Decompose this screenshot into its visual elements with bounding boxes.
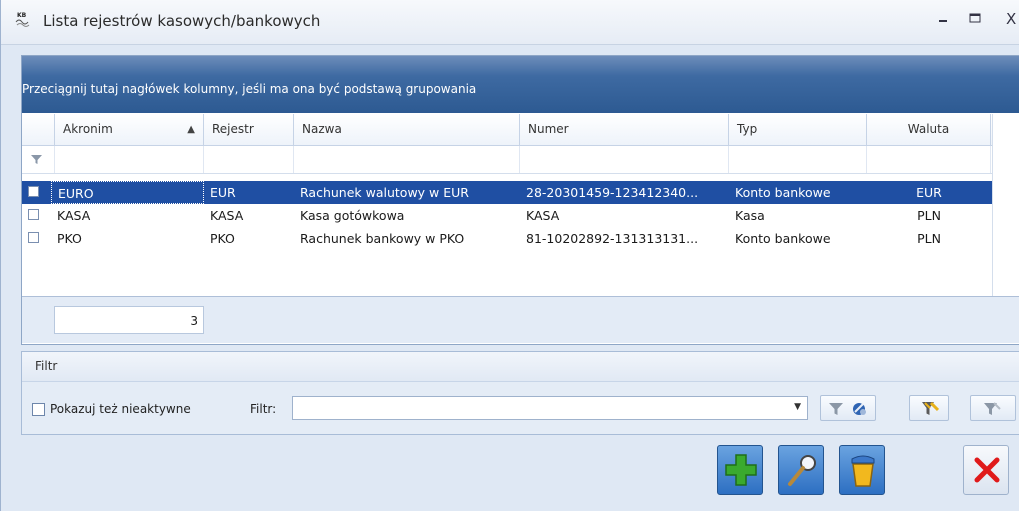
column-label-rejestr: Rejestr — [212, 122, 254, 136]
close-icon — [974, 457, 1000, 483]
table-row[interactable]: PKO PKO Rachunek bankowy w PKO 81-102028… — [22, 227, 993, 250]
funnel-icon — [829, 403, 843, 415]
cell-nazwa: Rachunek walutowy w EUR — [300, 185, 469, 200]
kb-register-icon: KB — [15, 12, 30, 27]
cell-rejestr: EUR — [210, 185, 236, 200]
column-label-typ: Typ — [737, 122, 758, 136]
table-row[interactable]: EURO EUR Rachunek walutowy w EUR 28-2030… — [22, 181, 993, 204]
cell-typ: Konto bankowe — [735, 185, 831, 200]
column-label-nazwa: Nazwa — [302, 122, 342, 136]
cell-numer: 81-10202892-131313131... — [526, 231, 699, 246]
apply-filter-button[interactable] — [820, 395, 876, 421]
cell-nazwa: Rachunek bankowy w PKO — [300, 231, 465, 246]
show-inactive-checkbox-box[interactable] — [32, 403, 45, 416]
maximize-button[interactable] — [969, 12, 981, 28]
filter-cell-waluta[interactable] — [867, 146, 991, 173]
group-by-panel[interactable]: Przeciągnij tutaj nagłówek kolumny, jeśl… — [22, 56, 1019, 113]
filter-wizard-icon — [853, 403, 866, 415]
window-title: Lista rejestrów kasowych/bankowych — [43, 12, 321, 30]
filter-cell-nazwa[interactable] — [294, 146, 520, 173]
group-by-hint: Przeciągnij tutaj nagłówek kolumny, jeśl… — [22, 82, 477, 96]
filter-clear-icon — [984, 402, 1001, 415]
chevron-down-icon[interactable]: ▼ — [794, 402, 801, 412]
row-checkbox[interactable] — [28, 232, 39, 243]
register-grid: Przeciągnij tutaj nagłówek kolumny, jeśl… — [21, 55, 1019, 345]
delete-icon — [851, 455, 875, 487]
column-header-waluta[interactable]: Waluta — [867, 114, 991, 145]
register-list-window: KB Lista rejestrów kasowych/bankowych X … — [0, 0, 1019, 511]
grid-filter-row — [22, 146, 1019, 174]
column-label-numer: Numer — [528, 122, 569, 136]
maximize-icon — [969, 13, 981, 23]
column-label-akronim: Akronim — [63, 122, 113, 136]
filter-input[interactable]: ▼ — [292, 396, 808, 420]
edit-filter-button[interactable] — [909, 395, 949, 421]
view-button[interactable] — [778, 445, 824, 495]
funnel-icon — [31, 155, 42, 164]
cell-nazwa: Kasa gotówkowa — [300, 208, 405, 223]
cell-rejestr: PKO — [210, 231, 235, 246]
grid-vertical-scrollbar[interactable] — [992, 114, 1019, 296]
title-bar: KB Lista rejestrów kasowych/bankowych X — [1, 0, 1019, 45]
row-checkbox[interactable] — [28, 209, 39, 220]
sort-ascending-icon: ▲ — [187, 124, 195, 135]
filter-cell-numer[interactable] — [520, 146, 729, 173]
filter-row-icon-cell[interactable] — [22, 146, 55, 173]
cell-numer: 28-20301459-123412340... — [526, 185, 699, 200]
cell-typ: Kasa — [735, 208, 765, 223]
filter-cell-akronim[interactable] — [55, 146, 204, 173]
column-header-numer[interactable]: Numer — [520, 114, 729, 145]
clear-filter-button[interactable] — [970, 395, 1016, 421]
cell-numer: KASA — [526, 208, 560, 223]
cell-waluta: PLN — [917, 231, 941, 246]
cell-waluta: EUR — [916, 185, 942, 200]
delete-button[interactable] — [839, 445, 885, 495]
view-icon — [788, 455, 816, 486]
cell-typ: Konto bankowe — [735, 231, 831, 246]
filter-panel-header[interactable]: Filtr — [22, 352, 1019, 382]
close-button[interactable] — [963, 445, 1009, 495]
minimize-button[interactable] — [937, 12, 949, 28]
column-header-akronim[interactable]: Akronim ▲ — [55, 114, 204, 145]
column-header-rejestr[interactable]: Rejestr — [204, 114, 294, 145]
record-count: 3 — [54, 306, 204, 334]
table-row[interactable]: KASA KASA Kasa gotówkowa KASA Kasa PLN — [22, 204, 993, 227]
column-header-typ[interactable]: Typ — [729, 114, 867, 145]
filter-panel: Filtr Pokazuj też nieaktywne Filtr: ▼ — [21, 351, 1019, 435]
grid-summary-row: 3 — [22, 296, 1019, 343]
add-icon — [725, 454, 757, 486]
filter-cell-typ[interactable] — [729, 146, 867, 173]
cell-akronim: EURO — [51, 181, 204, 204]
minimize-icon — [939, 20, 947, 22]
row-checkbox[interactable] — [28, 186, 39, 197]
column-label-waluta: Waluta — [907, 122, 950, 136]
cell-waluta: PLN — [917, 208, 941, 223]
header-select-cell — [22, 114, 55, 145]
close-window-button[interactable]: X — [1006, 10, 1016, 28]
filter-cell-rejestr[interactable] — [204, 146, 294, 173]
filter-edit-icon — [922, 401, 939, 415]
filter-label: Filtr: — [250, 402, 277, 416]
column-header-nazwa[interactable]: Nazwa — [294, 114, 520, 145]
show-inactive-label: Pokazuj też nieaktywne — [50, 402, 191, 416]
column-header-row: Akronim ▲ Rejestr Nazwa Numer Typ Waluta — [22, 114, 1019, 146]
cell-akronim: KASA — [57, 208, 91, 223]
add-button[interactable] — [717, 445, 763, 495]
cell-akronim: PKO — [57, 231, 82, 246]
svg-text:KB: KB — [17, 12, 27, 19]
cell-rejestr: KASA — [210, 208, 244, 223]
